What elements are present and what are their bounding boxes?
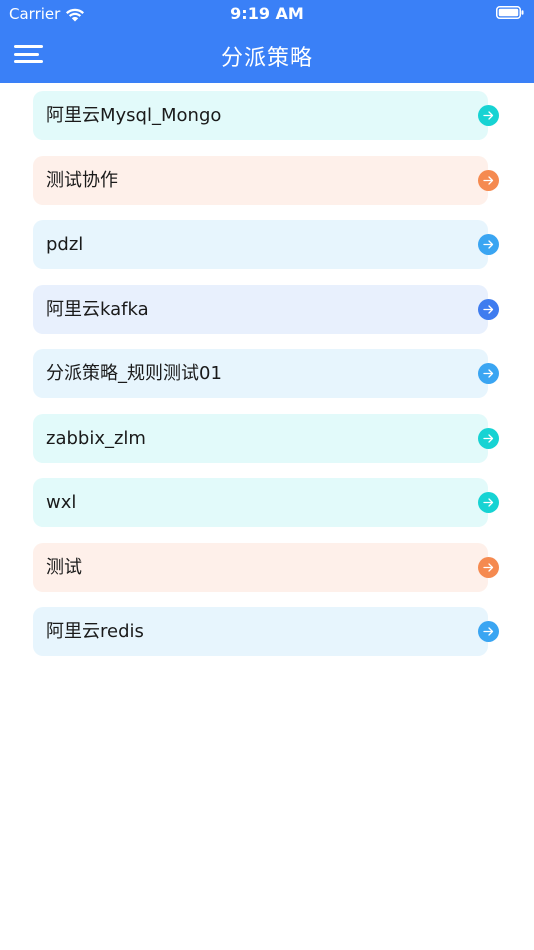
app-header: Carrier 9:19 AM 分派策略 [0, 0, 534, 83]
clock: 9:19 AM [230, 4, 304, 23]
strategy-label: 测试 [46, 556, 82, 578]
battery-icon [496, 6, 524, 19]
strategy-label: zabbix_zlm [46, 427, 146, 449]
arrow-right-circle-icon[interactable] [478, 169, 499, 191]
strategy-list: 阿里云Mysql_Mongo 测试协作 pdzl 阿里云kafka 分派策略_规则测试0… [33, 91, 499, 672]
strategy-list-item[interactable]: pdzl [33, 220, 499, 269]
page-title: 分派策略 [220, 46, 313, 71]
strategy-label: 测试协作 [46, 169, 118, 191]
arrow-right-circle-icon[interactable] [478, 621, 499, 642]
strategy-list-item[interactable]: 测试 [33, 542, 499, 592]
navigation-bar: 分派策略 [0, 28, 534, 83]
strategy-label: wxl [46, 492, 77, 513]
strategy-list-item[interactable]: 阿里云kafka [33, 284, 499, 334]
arrow-right-circle-icon[interactable] [478, 234, 499, 255]
strategy-list-item[interactable]: zabbix_zlm [33, 413, 499, 463]
strategy-label: pdzl [46, 234, 84, 255]
strategy-label: 阿里云redis [46, 621, 144, 642]
arrow-right-circle-icon[interactable] [478, 105, 499, 126]
strategy-list-item[interactable]: 分派策略_规则测试01 [33, 349, 499, 398]
strategy-list-item[interactable]: 阿里云redis [33, 607, 499, 656]
arrow-right-circle-icon[interactable] [478, 427, 499, 449]
strategy-list-item[interactable]: wxl [33, 478, 499, 527]
arrow-right-circle-icon[interactable] [478, 363, 499, 384]
strategy-label: 阿里云Mysql_Mongo [46, 105, 222, 126]
list-item-background [33, 542, 488, 592]
status-bar: Carrier 9:19 AM [0, 0, 534, 28]
arrow-right-circle-icon[interactable] [478, 556, 499, 578]
arrow-right-circle-icon[interactable] [478, 492, 499, 513]
arrow-right-circle-icon[interactable] [478, 298, 499, 320]
strategy-label: 分派策略_规则测试01 [46, 363, 222, 384]
strategy-list-item[interactable]: 测试协作 [33, 155, 499, 205]
strategy-list-item[interactable]: 阿里云Mysql_Mongo [33, 91, 499, 140]
list-item-background [33, 220, 488, 269]
list-item-background [33, 478, 488, 527]
strategy-label: 阿里云kafka [46, 298, 149, 320]
